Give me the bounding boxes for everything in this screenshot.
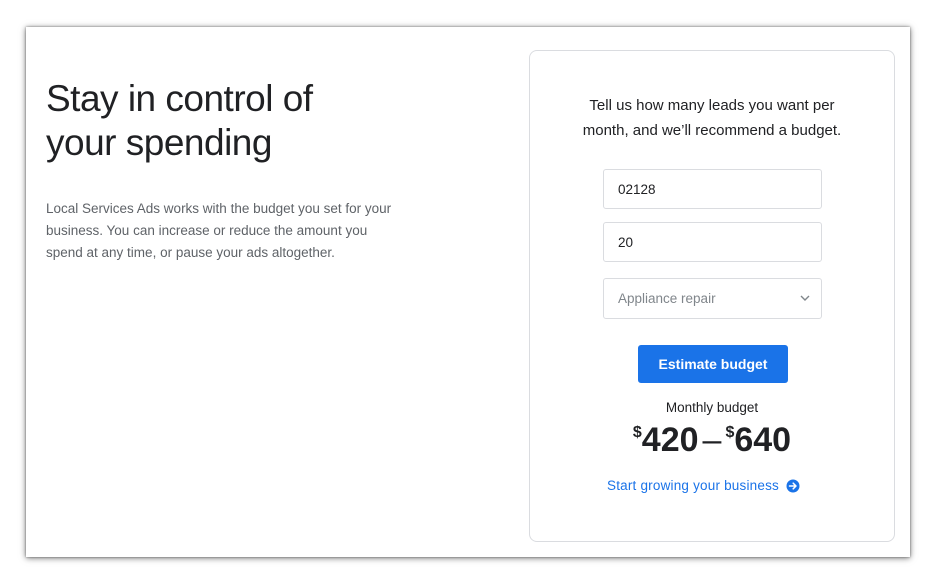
page-title: Stay in control of your spending [46, 77, 406, 165]
page-frame: Stay in control of your spending Local S… [26, 27, 910, 557]
business-category-value: Appliance repair [618, 291, 716, 306]
start-growing-link-label: Start growing your business [607, 478, 779, 493]
currency-symbol-max: $ [725, 424, 735, 441]
arrow-right-circle-icon [786, 479, 800, 492]
estimator-prompt-line1: Tell us how many leads you want per [589, 97, 835, 114]
estimator-prompt-line2: month, and we’ll recommend a budget. [582, 122, 842, 139]
hero-description: Local Services Ads works with the budget… [46, 201, 392, 260]
page-title-line2: your spending [46, 122, 272, 163]
budget-estimator-card: Tell us how many leads you want per mont… [529, 50, 895, 542]
business-category-select[interactable]: Appliance repair [603, 278, 822, 319]
estimator-prompt: Tell us how many leads you want per mont… [530, 93, 894, 143]
chevron-down-icon [800, 295, 810, 301]
start-growing-link[interactable]: Start growing your business [607, 478, 800, 493]
estimate-budget-button[interactable]: Estimate budget [638, 345, 788, 383]
monthly-budget-range: $420– $640 [530, 418, 894, 469]
budget-range-separator: – [702, 421, 722, 459]
budget-max-value: 640 [734, 421, 792, 459]
zip-code-input[interactable] [603, 169, 822, 209]
page-title-line1: Stay in control of [46, 78, 313, 119]
monthly-budget-label: Monthly budget [665, 400, 759, 415]
hero-section: Stay in control of your spending Local S… [46, 77, 406, 264]
leads-per-month-input[interactable] [603, 222, 822, 262]
budget-min-value: 420 [641, 421, 699, 459]
currency-symbol-min: $ [632, 424, 642, 441]
